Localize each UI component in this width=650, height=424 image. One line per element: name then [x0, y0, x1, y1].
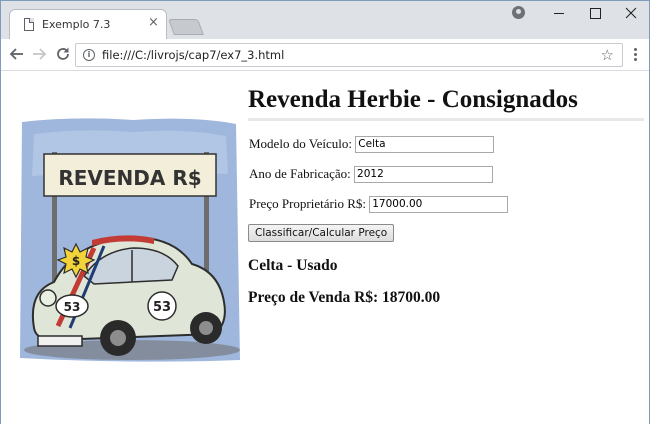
model-input[interactable]	[355, 135, 495, 153]
page-content: REVENDA R$ 53 53 $ Revenda Herbie - Cons…	[1, 72, 649, 424]
browser-tab[interactable]: Exemplo 7.3 ×	[9, 9, 167, 39]
address-bar[interactable]: i file:///C:/livrojs/cap7/ex7_3.html ☆	[75, 43, 623, 67]
profile-icon[interactable]	[512, 6, 525, 19]
maximize-button[interactable]	[577, 1, 613, 25]
classify-calculate-button[interactable]: Classificar/Calcular Preço	[248, 224, 395, 242]
tab-strip: Exemplo 7.3 ×	[1, 1, 649, 39]
window-close-button[interactable]	[613, 1, 649, 25]
model-row: Modelo do Veículo:	[249, 135, 495, 153]
arrow-right-icon	[33, 48, 47, 60]
back-button[interactable]	[7, 44, 27, 64]
banner-text: REVENDA R$	[58, 166, 201, 190]
door-number: 53	[153, 300, 171, 315]
page-title: Revenda Herbie - Consignados	[248, 86, 578, 113]
price-tag-symbol: $	[72, 254, 80, 268]
year-row: Ano de Fabricação:	[249, 165, 494, 183]
year-input[interactable]	[354, 165, 494, 183]
star-icon[interactable]: ☆	[601, 46, 614, 64]
classification-result: Celta - Usado	[248, 257, 338, 274]
sale-price-result: Preço de Venda R$: 18700.00	[248, 289, 441, 306]
window-close-icon	[625, 7, 637, 19]
forward-button[interactable]	[29, 44, 49, 64]
info-icon[interactable]: i	[83, 49, 95, 61]
year-label: Ano de Fabricação:	[249, 166, 351, 182]
new-tab-button[interactable]	[168, 19, 204, 35]
title-divider	[248, 118, 644, 121]
herbie-dealership-illustration: REVENDA R$ 53 53 $	[20, 118, 240, 362]
arrow-left-icon	[9, 48, 23, 60]
minimize-button[interactable]	[541, 1, 577, 25]
price-input[interactable]	[369, 195, 509, 213]
tab-title: Exemplo 7.3	[42, 18, 111, 31]
browser-window: Exemplo 7.3 × i file:///C:/livrojs/cap7/…	[0, 0, 650, 424]
hood-number: 53	[64, 300, 81, 314]
price-label: Preço Proprietário R$:	[249, 196, 366, 212]
url-text[interactable]: file:///C:/livrojs/cap7/ex7_3.html	[102, 48, 284, 62]
reload-icon	[57, 47, 69, 60]
kebab-menu-icon[interactable]	[629, 46, 641, 64]
close-icon[interactable]: ×	[148, 15, 159, 30]
page-icon	[24, 18, 34, 31]
reload-button[interactable]	[53, 44, 73, 64]
price-row: Preço Proprietário R$:	[249, 195, 509, 213]
browser-toolbar: i file:///C:/livrojs/cap7/ex7_3.html ☆	[1, 39, 649, 71]
model-label: Modelo do Veículo:	[249, 136, 353, 152]
license-plate	[37, 335, 83, 347]
